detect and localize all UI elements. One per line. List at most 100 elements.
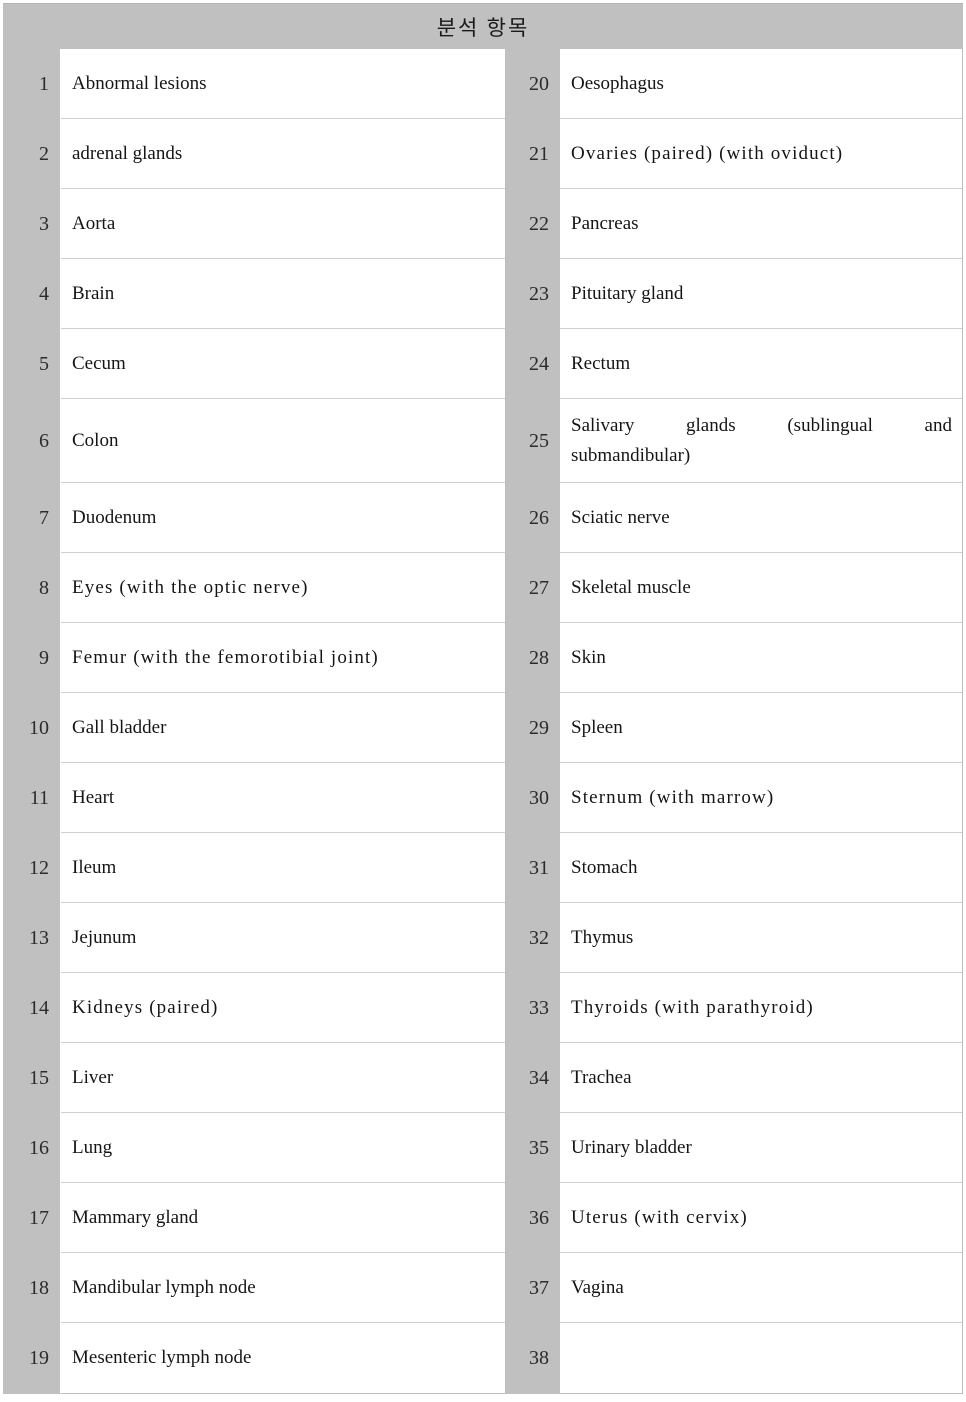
row-number: 14 (29, 996, 49, 1019)
row-number: 20 (529, 72, 549, 95)
item-label: Mandibular lymph node (72, 1276, 256, 1298)
item-label: Brain (72, 282, 115, 304)
row-number: 13 (29, 926, 49, 949)
item-label: Pituitary gland (571, 282, 684, 304)
item-label: Spleen (571, 716, 623, 738)
table-row: Kidneys (paired) (61, 973, 505, 1043)
row-number: 16 (29, 1136, 49, 1159)
item-label: Uterus (with cervix) (571, 1206, 748, 1228)
table-row: Aorta (61, 189, 505, 259)
row-number: 28 (529, 646, 549, 669)
table-row: Pituitary gland (560, 259, 962, 329)
table-row: Ovaries (paired) (with oviduct) (560, 119, 962, 189)
item-label: Duodenum (72, 506, 157, 528)
item-label-wrapped: Salivary glands (sublingual and submandi… (571, 411, 952, 470)
item-label: Sternum (with marrow) (571, 786, 775, 808)
column-group-right: 20 21 22 23 24 25 26 27 28 29 30 31 32 3… (506, 49, 963, 1394)
row-number: 7 (39, 506, 49, 529)
table-row: Heart (61, 763, 505, 833)
row-number: 33 (529, 996, 549, 1019)
item-label: Skin (571, 646, 606, 668)
item-label: Kidneys (paired) (72, 996, 219, 1018)
table-row: Brain (61, 259, 505, 329)
table-row: Uterus (with cervix) (560, 1183, 962, 1253)
table-row: Colon (61, 399, 505, 483)
item-label: Urinary bladder (571, 1136, 692, 1158)
item-label: Stomach (571, 856, 638, 878)
row-number: 10 (29, 716, 49, 739)
row-number: 17 (29, 1206, 49, 1229)
item-label: Jejunum (72, 926, 137, 948)
row-number: 24 (529, 352, 549, 375)
table-row: Liver (61, 1043, 505, 1113)
table-row: Mandibular lymph node (61, 1253, 505, 1323)
table-body: 1 2 3 4 5 6 7 8 9 10 11 12 13 14 15 16 1… (3, 49, 963, 1394)
table-row: Sciatic nerve (560, 483, 962, 553)
row-number: 1 (39, 72, 49, 95)
row-number: 12 (29, 856, 49, 879)
item-label: Lung (72, 1136, 113, 1158)
table-row (560, 1323, 962, 1393)
item-label-line2: submandibular) (571, 444, 691, 466)
row-number: 15 (29, 1066, 49, 1089)
row-number: 3 (39, 212, 49, 235)
row-number: 23 (529, 282, 549, 305)
table-header: 분석 항목 (3, 3, 963, 49)
table-row: Sternum (with marrow) (560, 763, 962, 833)
row-number: 22 (529, 212, 549, 235)
table-row: Gall bladder (61, 693, 505, 763)
table-row: Femur (with the femorotibial joint) (61, 623, 505, 693)
table-row: Mammary gland (61, 1183, 505, 1253)
table-row: Mesenteric lymph node (61, 1323, 505, 1393)
row-number: 30 (529, 786, 549, 809)
row-number: 21 (529, 142, 549, 165)
row-number: 5 (39, 352, 49, 375)
table-row: Jejunum (61, 903, 505, 973)
row-number: 37 (529, 1276, 549, 1299)
row-number: 26 (529, 506, 549, 529)
row-number: 8 (39, 576, 49, 599)
table-row: Pancreas (560, 189, 962, 259)
item-label: Heart (72, 786, 115, 808)
item-label: Sciatic nerve (571, 506, 670, 528)
item-label: Liver (72, 1066, 114, 1088)
row-number: 27 (529, 576, 549, 599)
table-row: Thymus (560, 903, 962, 973)
number-column-right: 20 21 22 23 24 25 26 27 28 29 30 31 32 3… (506, 49, 560, 1394)
analysis-items-table: 분석 항목 1 2 3 4 5 6 7 8 9 10 11 12 13 14 1… (3, 0, 963, 1394)
row-number: 9 (39, 646, 49, 669)
item-label: Cecum (72, 352, 126, 374)
table-row: adrenal glands (61, 119, 505, 189)
table-row: Thyroids (with parathyroid) (560, 973, 962, 1043)
table-row: Trachea (560, 1043, 962, 1113)
item-label: Mesenteric lymph node (72, 1347, 252, 1368)
row-number: 38 (529, 1346, 549, 1369)
table-row: Cecum (61, 329, 505, 399)
table-row: Eyes (with the optic nerve) (61, 553, 505, 623)
row-number: 6 (39, 429, 49, 452)
row-number: 36 (529, 1206, 549, 1229)
item-label: Vagina (571, 1276, 624, 1298)
table-row: Rectum (560, 329, 962, 399)
page-title: 분석 항목 (436, 15, 530, 40)
item-label: Skeletal muscle (571, 576, 691, 598)
item-label: Thyroids (with parathyroid) (571, 996, 814, 1018)
row-number: 18 (29, 1276, 49, 1299)
item-label: Femur (with the femorotibial joint) (72, 646, 379, 668)
item-label: Eyes (with the optic nerve) (72, 576, 309, 598)
table-row: Skeletal muscle (560, 553, 962, 623)
table-row: Urinary bladder (560, 1113, 962, 1183)
table-row: Vagina (560, 1253, 962, 1323)
row-number: 32 (529, 926, 549, 949)
table-row: Duodenum (61, 483, 505, 553)
item-label: Trachea (571, 1066, 632, 1088)
item-label: Ileum (72, 856, 117, 878)
table-row: Spleen (560, 693, 962, 763)
label-column-left: Abnormal lesions adrenal glands Aorta Br… (60, 49, 506, 1394)
table-row: Abnormal lesions (61, 49, 505, 119)
item-label: Ovaries (paired) (with oviduct) (571, 142, 844, 164)
item-label: Mammary gland (72, 1206, 199, 1228)
item-label: Pancreas (571, 212, 639, 234)
table-row: Ileum (61, 833, 505, 903)
item-label: Oesophagus (571, 72, 664, 94)
